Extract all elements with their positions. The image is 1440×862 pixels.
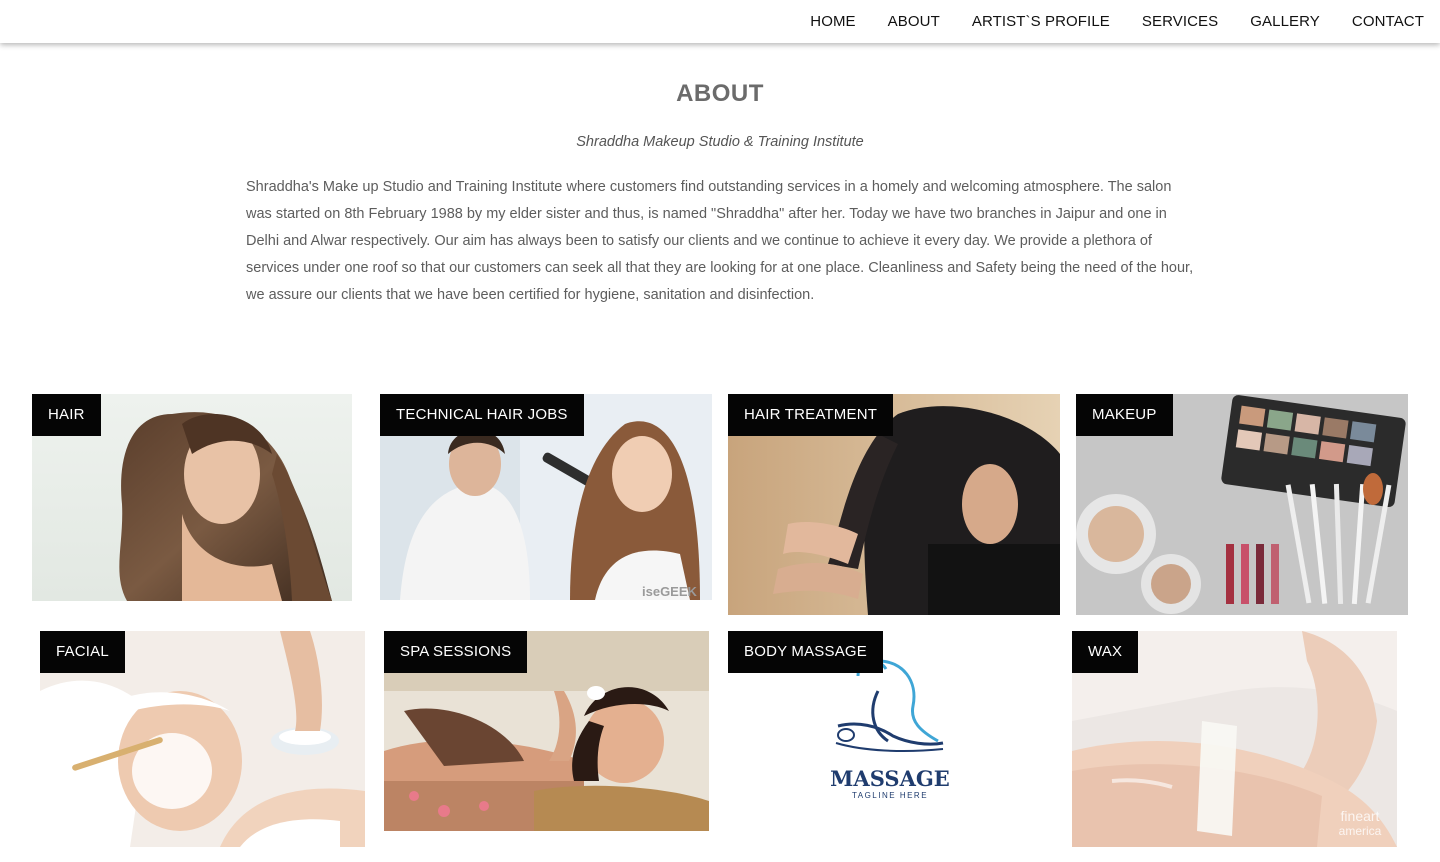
technical-hair-jobs-watermark: iseGEEK: [642, 584, 698, 599]
top-navigation-bar: HOME ABOUT ARTIST`S PROFILE SERVICES GAL…: [0, 0, 1440, 43]
service-label-facial: FACIAL: [40, 631, 125, 673]
service-tile-hair[interactable]: HAIR: [32, 394, 352, 601]
about-description: Shraddha's Make up Studio and Training I…: [246, 179, 1194, 303]
service-tile-spa-sessions[interactable]: SPA SESSIONS: [384, 631, 709, 831]
wax-watermark-line1: fineart: [1341, 808, 1380, 824]
massage-logo-tagline: TAGLINE HERE: [852, 791, 928, 800]
nav-about-link[interactable]: ABOUT: [888, 13, 940, 30]
service-label-technical-hair-jobs: TECHNICAL HAIR JOBS: [380, 394, 584, 436]
service-label-wax: WAX: [1072, 631, 1139, 673]
nav-gallery-link[interactable]: GALLERY: [1250, 13, 1320, 30]
service-label-body-massage: BODY MASSAGE: [728, 631, 883, 673]
massage-logo-text: MASSAGE: [830, 766, 950, 791]
nav-services-link[interactable]: SERVICES: [1142, 13, 1218, 30]
about-heading: ABOUT: [676, 80, 764, 107]
nav-home-link[interactable]: HOME: [810, 13, 855, 30]
service-label-makeup: MAKEUP: [1076, 394, 1173, 436]
service-tile-wax[interactable]: fineart america WAX: [1072, 631, 1397, 847]
service-tile-makeup[interactable]: MAKEUP: [1076, 394, 1408, 615]
service-label-spa-sessions: SPA SESSIONS: [384, 631, 528, 673]
service-label-hair-treatment: HAIR TREATMENT: [728, 394, 894, 436]
service-tile-body-massage[interactable]: MASSAGE TAGLINE HERE BODY MASSAGE: [728, 631, 1053, 847]
service-tile-facial[interactable]: FACIAL: [40, 631, 365, 847]
about-subtitle: Shraddha Makeup Studio & Training Instit…: [576, 134, 864, 150]
service-label-hair: HAIR: [32, 394, 101, 436]
nav-contact-link[interactable]: CONTACT: [1352, 13, 1424, 30]
service-tile-technical-hair-jobs[interactable]: iseGEEK TECHNICAL HAIR JOBS: [380, 394, 712, 600]
service-tile-hair-treatment[interactable]: HAIR TREATMENT: [728, 394, 1060, 615]
nav-artists-profile-link[interactable]: ARTIST`S PROFILE: [972, 13, 1110, 30]
main-nav: HOME ABOUT ARTIST`S PROFILE SERVICES GAL…: [778, 0, 1424, 43]
wax-watermark-line2: america: [1339, 824, 1382, 838]
